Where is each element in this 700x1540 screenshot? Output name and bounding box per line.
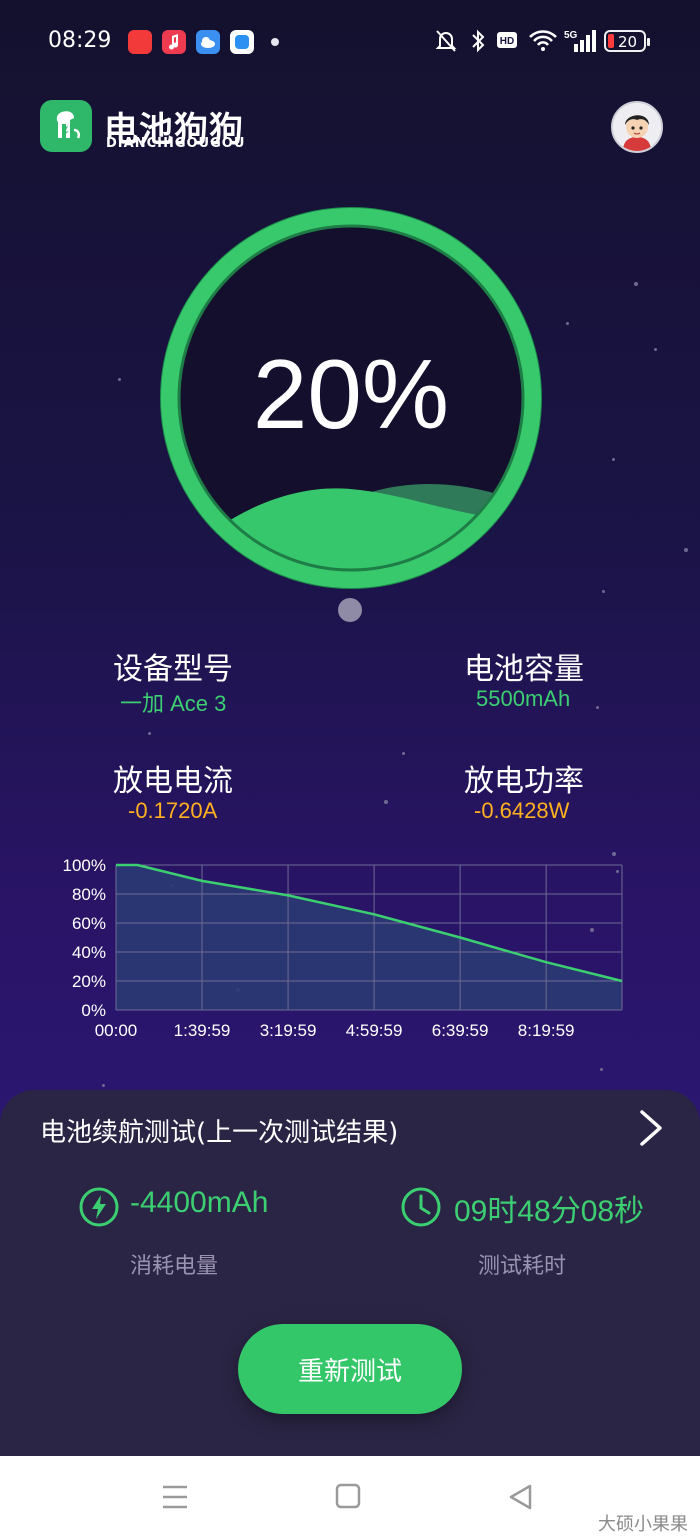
chart-y-tick-label: 80% [72,885,106,904]
menu-icon[interactable] [160,1482,190,1512]
test-duration-value: 09时48分08秒 [454,1195,645,1228]
retest-button[interactable]: 重新测试 [238,1324,462,1414]
chart-x-tick-label: 00:00 [95,1021,138,1040]
weather-app-icon [196,30,220,54]
5g-signal-icon: 5G [564,30,596,52]
chevron-right-icon[interactable] [636,1108,666,1148]
consumed-capacity-label: 消耗电量 [130,1254,219,1279]
battery-level-chart: 100% 80% 60% 40% 20% 0%00:00 1:39:59 3:19:59 4:5… [63,856,623,1040]
battery-level-text: 20 [618,33,638,51]
device-model-value: 一加 Ace 3 [120,691,227,716]
music-app-icon [162,30,186,54]
discharge-current-label: 放电电流 [113,764,233,799]
app-subtitle: DIANCHIGOUGOU [106,136,246,151]
wifi-icon [529,30,557,51]
battery-icon: 20 [604,30,650,52]
status-bar: 08:29 HD 5G 20 [0,0,700,84]
status-time: 08:29 [48,28,112,53]
chart-y-tick-label: 0% [81,1001,106,1020]
chart-y-tick-label: 20% [72,972,106,991]
chart-x-tick-label: 6:39:59 [432,1021,489,1040]
back-triangle-icon[interactable] [506,1482,536,1512]
svg-text:5G: 5G [564,30,578,41]
discharge-current-value: -0.1720A [128,798,218,823]
dot-icon [271,38,279,46]
lightning-icon [79,1187,119,1227]
svg-text:HD: HD [500,36,514,47]
blue-app-icon [230,30,254,54]
hd-icon: HD [497,32,517,48]
chart-x-tick-label: 1:39:59 [174,1021,231,1040]
bluetooth-icon [472,29,485,53]
discharge-power-value: -0.6428W [474,798,570,823]
chart-y-tick-label: 60% [72,914,106,933]
chart-x-tick-label: 4:59:59 [346,1021,403,1040]
chart-y-tick-label: 100% [63,856,106,875]
endurance-test-title[interactable]: 电池续航测试(上一次测试结果) [40,1112,398,1149]
chart-y-tick-label: 40% [72,943,106,962]
battery-percentage: 20% [252,339,450,449]
dog-logo-icon [40,100,92,152]
test-duration-label: 测试耗时 [478,1254,567,1279]
red-app-icon [128,30,152,54]
cartoon-avatar-icon[interactable] [611,101,663,153]
battery-capacity-value: 5500mAh [476,686,571,711]
device-model-label: 设备型号 [113,652,233,687]
battery-capacity-label: 电池容量 [464,652,584,687]
home-square-icon[interactable] [334,1482,364,1512]
mute-bell-icon [435,30,457,52]
watermark-text: 大硕小果果 [598,1514,688,1535]
consumed-capacity-value: -4400mAh [130,1186,269,1219]
chart-x-tick-label: 3:19:59 [260,1021,317,1040]
chart-x-tick-label: 8:19:59 [518,1021,575,1040]
clock-icon [401,1187,441,1227]
discharge-power-label: 放电功率 [464,764,584,799]
